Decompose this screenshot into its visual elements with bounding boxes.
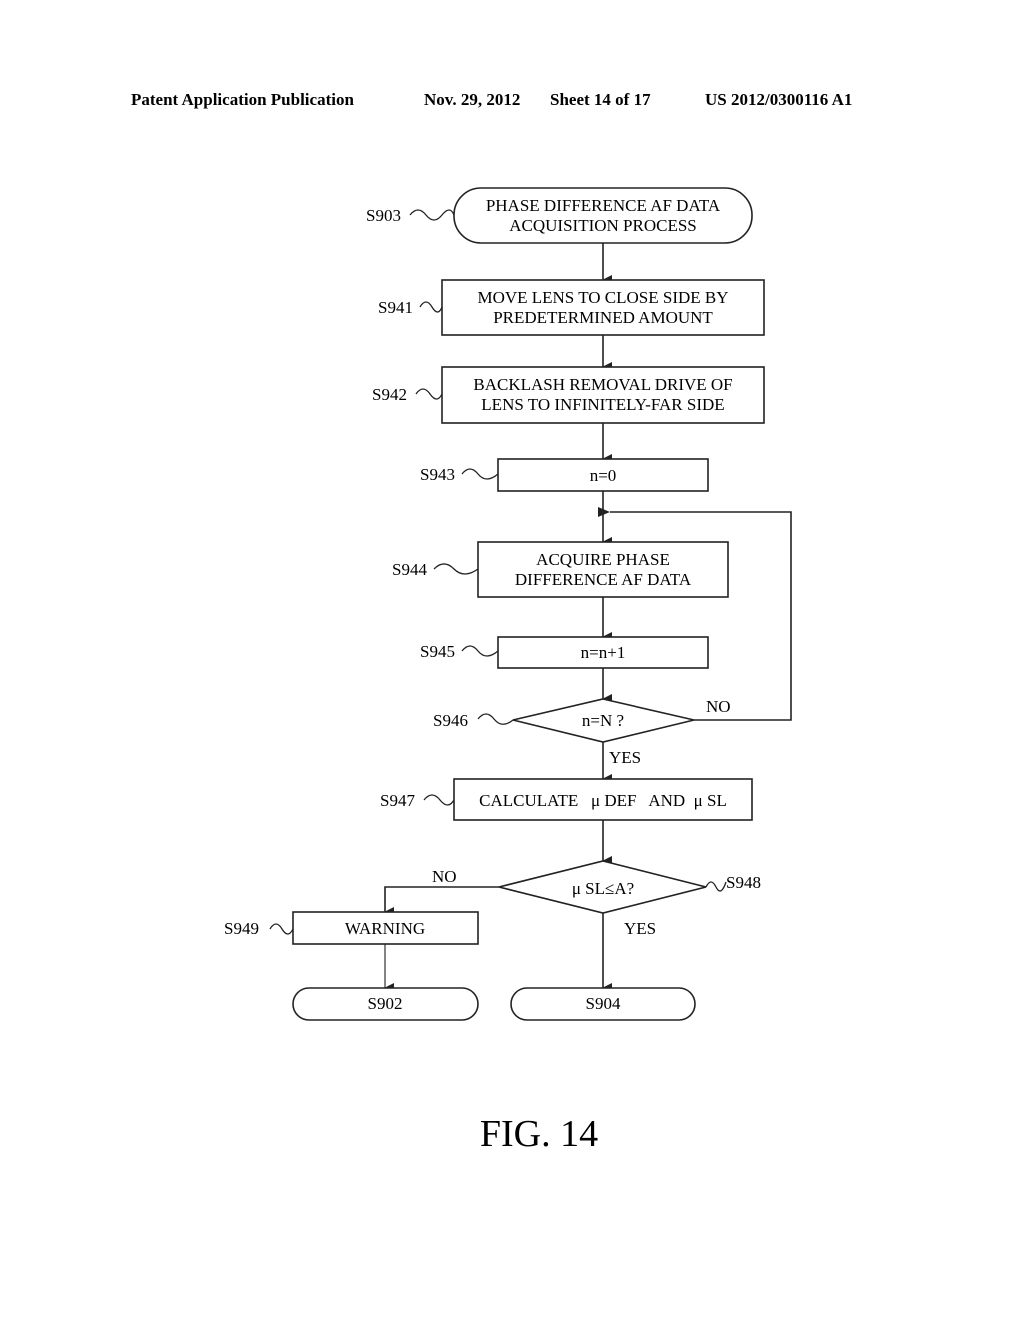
figure-label: FIG. 14 — [479, 1113, 599, 1155]
branch-label-no: NO — [432, 867, 457, 886]
end-terminal-s902: S902 — [292, 987, 479, 1021]
step-s949: WARNING S949 — [224, 911, 479, 945]
start-line-1: PHASE DIFFERENCE AF DATA — [486, 196, 721, 215]
step-id-s943: S943 — [420, 465, 455, 484]
start-terminal: PHASE DIFFERENCE AF DATA ACQUISITION PRO… — [366, 187, 753, 244]
step-id-s945: S945 — [420, 642, 455, 661]
terminal-text: S902 — [368, 994, 403, 1013]
decision-text: n=N ? — [582, 711, 624, 730]
decision-text: μ SL≤A? — [572, 879, 634, 898]
branch-label-yes: YES — [624, 919, 656, 938]
step-id-s944: S944 — [392, 560, 427, 579]
step-text: ACQUIRE PHASE — [536, 550, 670, 569]
step-id-s903: S903 — [366, 206, 401, 225]
end-terminal-s904: S904 — [510, 987, 696, 1021]
step-id-s948: S948 — [726, 873, 761, 892]
step-s943: n=0 S943 — [420, 458, 709, 492]
step-id-s949: S949 — [224, 919, 259, 938]
step-s947: CALCULATE μ DEF AND μ SL S947 — [380, 778, 753, 821]
branch-label-yes: YES — [609, 748, 641, 767]
decision-s946: n=N ? S946 NO YES — [433, 697, 731, 767]
step-s945: n=n+1 S945 — [420, 636, 709, 669]
step-s941: MOVE LENS TO CLOSE SIDE BY PREDETERMINED… — [378, 279, 765, 336]
step-id-s947: S947 — [380, 791, 415, 810]
step-text: n=n+1 — [581, 643, 626, 662]
step-text: BACKLASH REMOVAL DRIVE OF — [473, 375, 732, 394]
step-s942: BACKLASH REMOVAL DRIVE OF LENS TO INFINI… — [372, 366, 765, 424]
arrow-s948-no — [384, 886, 499, 917]
step-id-s941: S941 — [378, 298, 413, 317]
step-text: CALCULATE μ DEF AND μ SL — [479, 791, 727, 810]
step-id-s942: S942 — [372, 385, 407, 404]
step-text: MOVE LENS TO CLOSE SIDE BY — [477, 288, 728, 307]
terminal-text: S904 — [586, 994, 621, 1013]
step-text: WARNING — [345, 919, 425, 938]
decision-s948: μ SL≤A? S948 NO YES — [432, 860, 761, 938]
step-text: DIFFERENCE AF DATA — [515, 570, 692, 589]
branch-label-no: NO — [706, 697, 731, 716]
step-id-s946: S946 — [433, 711, 468, 730]
step-s944: ACQUIRE PHASE DIFFERENCE AF DATA S944 — [392, 541, 729, 598]
start-line-2: ACQUISITION PROCESS — [509, 216, 697, 235]
step-text: PREDETERMINED AMOUNT — [493, 308, 713, 327]
step-text: LENS TO INFINITELY-FAR SIDE — [481, 395, 724, 414]
step-text: n=0 — [590, 466, 617, 485]
